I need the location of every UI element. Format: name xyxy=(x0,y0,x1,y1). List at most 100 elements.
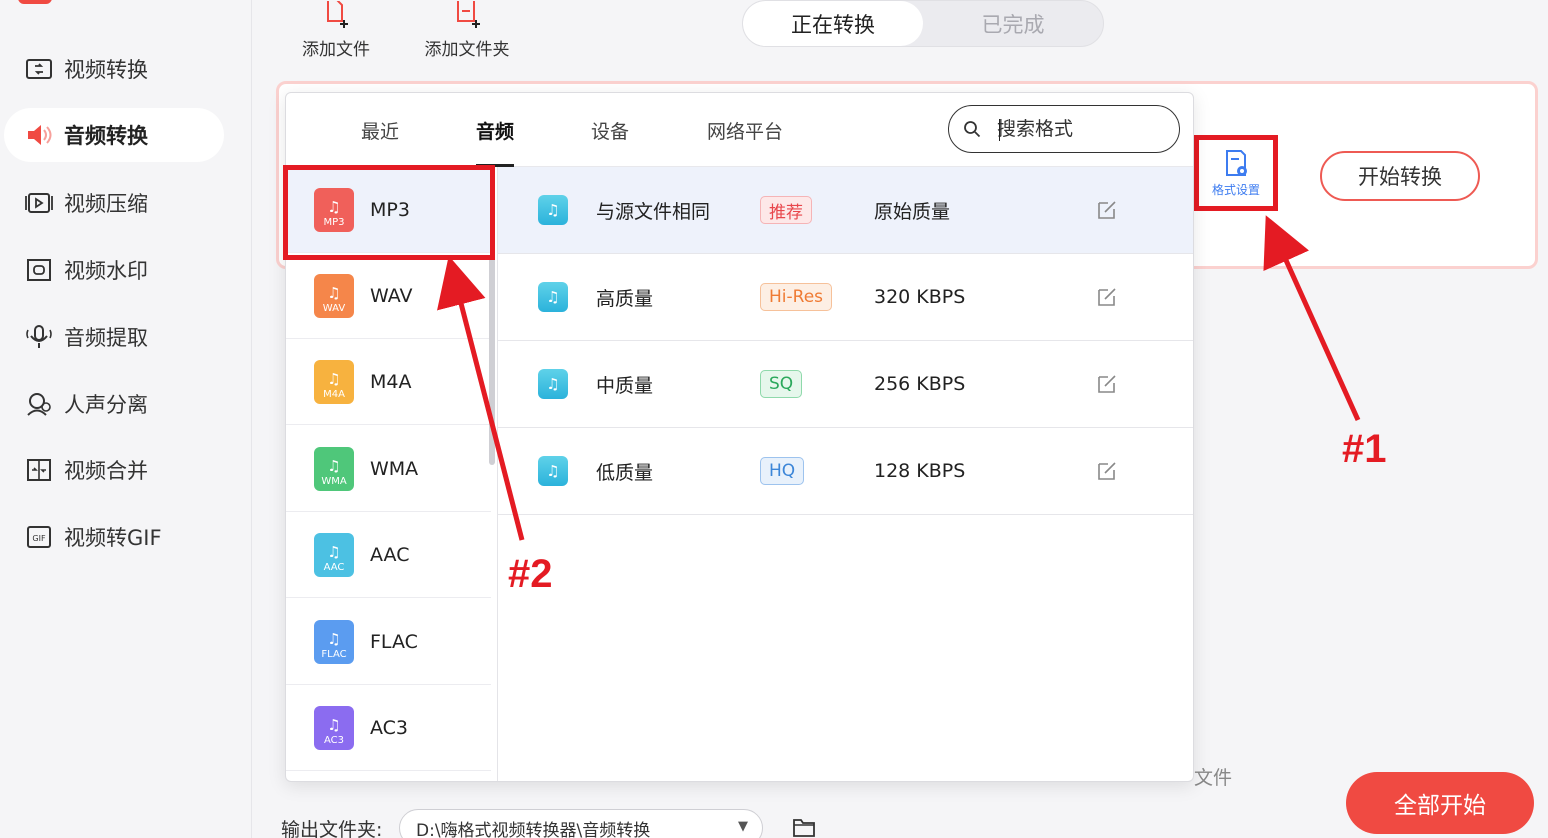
text-cursor xyxy=(999,119,1000,141)
sidebar: 视频转换 音频转换 视频压缩 视频水印 音频提取 人声分离 视频合并 GIF 视… xyxy=(0,0,252,838)
music-note-icon: ♫ xyxy=(538,369,568,399)
m4a-file-icon: ♫ M4A xyxy=(314,359,354,404)
output-folder-select[interactable]: D:\嗨格式视频转换器\音频转换 ▼ xyxy=(399,809,763,838)
annotation-label-2: #2 xyxy=(508,552,553,596)
format-list-scrollbar[interactable] xyxy=(489,255,495,465)
sidebar-item-label: 视频合并 xyxy=(64,459,148,483)
chevron-down-icon: ▼ xyxy=(738,819,748,834)
sidebar-item-label: 视频转GIF xyxy=(64,526,162,550)
ac3-file-icon: ♫ AC3 xyxy=(314,705,354,750)
wav-file-icon: ♫ WAV xyxy=(314,273,354,318)
quality-name: 高质量 xyxy=(596,287,654,310)
format-name: AAC xyxy=(370,543,410,566)
quality-rate: 320 KBPS xyxy=(874,286,966,308)
audio-convert-icon xyxy=(24,122,54,148)
sidebar-item-label: 视频压缩 xyxy=(64,192,148,216)
quality-name: 中质量 xyxy=(596,374,654,397)
search-input[interactable] xyxy=(997,118,1167,140)
quality-name: 与源文件相同 xyxy=(596,200,711,223)
quality-rate: 256 KBPS xyxy=(874,373,966,395)
sidebar-item-video-to-gif[interactable]: GIF 视频转GIF xyxy=(4,510,224,564)
add-folder-button[interactable]: 添加文件夹 xyxy=(420,0,514,60)
tab-completed[interactable]: 已完成 xyxy=(923,1,1103,46)
format-item-wav[interactable]: ♫ WAV WAV xyxy=(286,253,491,339)
quality-row-medium[interactable]: ♫ 中质量 SQ 256 KBPS xyxy=(498,341,1193,428)
video-compress-icon xyxy=(24,190,54,216)
format-item-mp3[interactable]: ♫ MP3 MP3 xyxy=(286,167,491,253)
add-file-label: 添加文件 xyxy=(302,40,370,60)
file-text: 文件 xyxy=(1194,767,1233,789)
format-list: ♫ MP3 MP3 ♫ WAV WAV ♫ M4A M4A ♫ WMA WMA ♫ AAC xyxy=(286,167,491,781)
quality-tag: 推荐 xyxy=(760,196,812,224)
tab-web-platform[interactable]: 网络平台 xyxy=(707,93,783,167)
tab-device[interactable]: 设备 xyxy=(591,93,629,167)
sidebar-item-video-merge[interactable]: 视频合并 xyxy=(4,443,224,497)
aac-file-icon: ♫ AAC xyxy=(314,532,354,577)
sidebar-item-label: 人声分离 xyxy=(64,393,148,417)
format-setting-icon xyxy=(1226,149,1247,176)
edit-icon[interactable] xyxy=(1096,199,1118,221)
sidebar-item-vocal-separate[interactable]: 人声分离 xyxy=(4,377,224,431)
add-folder-icon xyxy=(457,1,480,28)
start-convert-button[interactable]: 开始转换 xyxy=(1320,151,1480,201)
tab-audio[interactable]: 音频 xyxy=(476,93,515,167)
video-convert-icon xyxy=(24,56,54,82)
sidebar-item-audio-convert[interactable]: 音频转换 xyxy=(4,108,224,162)
mp3-file-icon: ♫ MP3 xyxy=(314,187,354,232)
tab-recent[interactable]: 最近 xyxy=(361,93,399,167)
audio-extract-icon xyxy=(24,324,54,350)
quality-row-high[interactable]: ♫ 高质量 Hi-Res 320 KBPS xyxy=(498,254,1193,341)
sidebar-item-label: 音频转换 xyxy=(64,124,148,148)
format-name: M4A xyxy=(370,370,412,393)
format-name: MP3 xyxy=(370,198,410,221)
add-file-button[interactable]: 添加文件 xyxy=(298,0,374,60)
format-tabs: 最近 音频 设备 网络平台 xyxy=(286,93,1193,167)
tab-converting[interactable]: 正在转换 xyxy=(743,1,923,46)
quality-row-source[interactable]: ♫ 与源文件相同 推荐 原始质量 xyxy=(498,167,1193,254)
edit-icon[interactable] xyxy=(1096,373,1118,395)
sidebar-item-label: 视频水印 xyxy=(64,259,148,283)
quality-rate: 128 KBPS xyxy=(874,460,966,482)
add-file-icon xyxy=(327,1,348,28)
format-name: WAV xyxy=(370,284,413,307)
sidebar-item-audio-extract[interactable]: 音频提取 xyxy=(4,310,224,364)
vocal-separate-icon xyxy=(24,391,54,417)
music-note-icon: ♫ xyxy=(538,456,568,486)
format-item-aac[interactable]: ♫ AAC AAC xyxy=(286,512,491,598)
sidebar-item-label: 视频转换 xyxy=(64,58,148,82)
annotation-label-1: #1 xyxy=(1342,427,1387,471)
sidebar-item-label: 音频提取 xyxy=(64,326,148,350)
format-popup: 最近 音频 设备 网络平台 ♫MP3 MP3 ♫WAV WAV xyxy=(285,92,1194,782)
start-all-button[interactable]: 全部开始 xyxy=(1346,772,1534,834)
svg-text:GIF: GIF xyxy=(32,534,46,543)
status-segmented-control: 正在转换 已完成 xyxy=(742,0,1104,47)
sidebar-item-video-convert[interactable]: 视频转换 xyxy=(4,42,224,96)
format-item-m4a[interactable]: ♫ M4A M4A xyxy=(286,339,491,425)
format-setting-button[interactable]: 格式设置 xyxy=(1194,135,1278,211)
flac-file-icon: ♫ FLAC xyxy=(314,619,354,664)
edit-icon[interactable] xyxy=(1096,286,1118,308)
format-item-wma[interactable]: ♫ WMA WMA xyxy=(286,426,491,512)
format-name: AC3 xyxy=(370,716,409,739)
format-setting-label: 格式设置 xyxy=(1211,182,1260,197)
sidebar-item-video-compress[interactable]: 视频压缩 xyxy=(4,176,224,230)
music-note-icon: ♫ xyxy=(538,195,568,225)
gif-icon: GIF xyxy=(24,524,54,550)
sidebar-item-video-watermark[interactable]: 视频水印 xyxy=(4,243,224,297)
format-item-flac[interactable]: ♫ FLAC FLAC xyxy=(286,599,491,685)
quality-row-low[interactable]: ♫ 低质量 HQ 128 KBPS xyxy=(498,428,1193,515)
format-name: FLAC xyxy=(370,630,418,653)
video-watermark-icon xyxy=(24,257,54,283)
wma-file-icon: ♫ WMA xyxy=(314,446,354,491)
search-icon xyxy=(964,121,981,138)
quality-tag: SQ xyxy=(760,370,803,398)
quality-tag: HQ xyxy=(760,457,805,485)
format-item-ac3[interactable]: ♫ AC3 AC3 xyxy=(286,685,491,771)
add-folder-label: 添加文件夹 xyxy=(424,40,510,60)
edit-icon[interactable] xyxy=(1096,460,1118,482)
music-note-icon: ♫ xyxy=(538,282,568,312)
app-logo xyxy=(18,0,52,4)
output-folder-path: D:\嗨格式视频转换器\音频转换 xyxy=(416,820,651,838)
open-folder-icon[interactable] xyxy=(792,816,816,838)
video-merge-icon xyxy=(24,457,54,483)
